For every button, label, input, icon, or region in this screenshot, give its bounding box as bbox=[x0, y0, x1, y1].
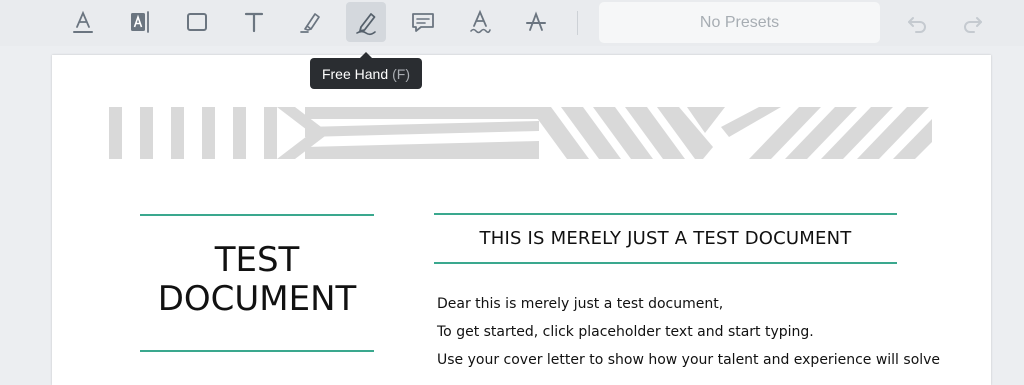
redo-icon bbox=[964, 17, 982, 33]
decorative-stripe-banner bbox=[109, 107, 932, 159]
presets-dropdown[interactable]: No Presets bbox=[599, 2, 880, 43]
presets-label: No Presets bbox=[699, 13, 780, 31]
underline-tool-button[interactable] bbox=[63, 2, 103, 42]
title-rule-bottom bbox=[140, 350, 374, 352]
text-icon bbox=[244, 12, 264, 33]
title-rule-top bbox=[140, 214, 374, 216]
underline-text-icon bbox=[73, 10, 93, 33]
title-line-2: DOCUMENT bbox=[157, 279, 357, 319]
heading-rule-bottom bbox=[434, 262, 897, 264]
highlight-text-tool-button[interactable] bbox=[120, 2, 160, 42]
highlight-text-icon bbox=[131, 11, 149, 33]
annotation-toolbar: No Presets bbox=[0, 0, 1024, 46]
squiggly-tool-button[interactable] bbox=[460, 2, 500, 42]
document-page[interactable]: TEST DOCUMENT THIS IS MERELY JUST A TEST… bbox=[52, 55, 991, 385]
tool-tooltip: Free Hand (F) bbox=[310, 52, 422, 89]
strikeout-tool-button[interactable] bbox=[516, 2, 556, 42]
tooltip-shortcut: (F) bbox=[392, 65, 411, 82]
title-line-1: TEST bbox=[214, 240, 300, 280]
comment-icon bbox=[412, 13, 434, 32]
document-heading[interactable]: THIS IS MERELY JUST A TEST DOCUMENT bbox=[434, 228, 897, 249]
heading-rule-top bbox=[434, 213, 897, 215]
squiggly-text-icon bbox=[470, 9, 491, 34]
body-paragraph[interactable]: To get started, click placeholder text a… bbox=[437, 324, 814, 340]
rectangle-icon bbox=[187, 13, 207, 31]
tooltip-label: Free Hand bbox=[321, 65, 389, 82]
rectangle-tool-button[interactable] bbox=[177, 2, 217, 42]
pen-icon bbox=[356, 13, 376, 36]
toolbar-divider bbox=[577, 11, 578, 35]
redo-button[interactable] bbox=[958, 8, 988, 38]
highlighter-icon bbox=[300, 13, 320, 33]
undo-button[interactable] bbox=[902, 8, 932, 38]
free-hand-tool-button[interactable] bbox=[346, 2, 386, 42]
strikeout-text-icon bbox=[526, 11, 546, 31]
undo-icon bbox=[908, 17, 926, 33]
free-text-tool-button[interactable] bbox=[234, 2, 274, 42]
highlighter-tool-button[interactable] bbox=[290, 2, 330, 42]
document-title[interactable]: TEST DOCUMENT bbox=[140, 241, 374, 319]
body-paragraph[interactable]: Use your cover letter to show how your t… bbox=[437, 352, 940, 368]
body-paragraph[interactable]: Dear this is merely just a test document… bbox=[437, 296, 723, 312]
comment-tool-button[interactable] bbox=[403, 2, 443, 42]
